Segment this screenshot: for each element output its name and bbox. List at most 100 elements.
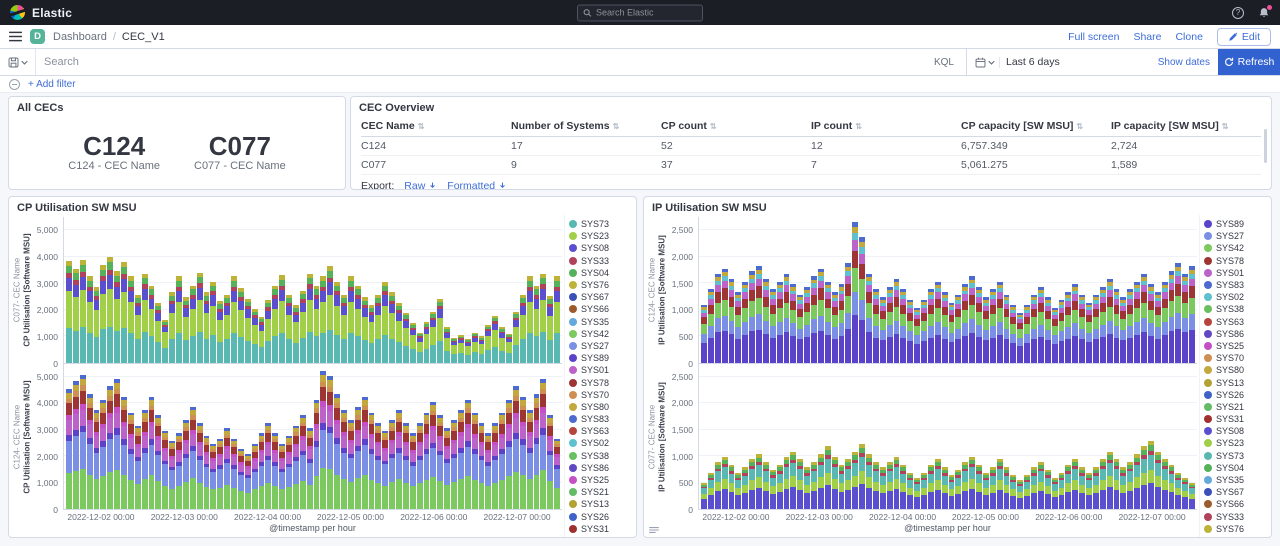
stacked-bar[interactable] [534, 286, 540, 363]
legend-item[interactable]: SYS27 [1204, 230, 1269, 242]
stacked-bar[interactable] [210, 282, 216, 363]
stacked-bar[interactable] [73, 269, 79, 363]
stacked-bar[interactable] [1038, 462, 1044, 509]
stacked-bar[interactable] [451, 338, 457, 363]
stacked-bar[interactable] [527, 410, 533, 509]
stacked-bar[interactable] [1141, 446, 1147, 509]
stacked-bar[interactable] [94, 287, 100, 363]
legend-item[interactable]: SYS80 [569, 401, 634, 413]
stacked-bar[interactable] [729, 465, 735, 509]
stacked-bar[interactable] [777, 465, 783, 509]
stacked-bar[interactable] [382, 431, 388, 509]
stacked-bar[interactable] [839, 465, 845, 509]
stacked-bar[interactable] [1045, 470, 1051, 509]
stacked-bar[interactable] [1031, 467, 1037, 509]
stacked-bar[interactable] [444, 327, 450, 362]
stacked-bar[interactable] [554, 276, 560, 362]
stacked-bar[interactable] [852, 452, 858, 509]
stacked-bar[interactable] [341, 410, 347, 509]
notifications-button[interactable] [1258, 7, 1270, 19]
stacked-bar[interactable] [252, 444, 258, 509]
stacked-bar[interactable] [1100, 287, 1106, 363]
table-column-header[interactable]: CP count⇅ [661, 117, 811, 137]
table-row[interactable]: C07793775,061.2751,589 [361, 156, 1261, 175]
stacked-bar[interactable] [272, 433, 278, 509]
stacked-bar[interactable] [245, 454, 251, 509]
stacked-bar[interactable] [155, 415, 161, 509]
stacked-bar[interactable] [1189, 483, 1195, 509]
stacked-bar[interactable] [369, 412, 375, 509]
stacked-bar[interactable] [520, 397, 526, 509]
legend-item[interactable]: SYS08 [569, 242, 634, 254]
plot-area[interactable] [63, 364, 562, 511]
stacked-bar[interactable] [866, 454, 872, 509]
legend-item[interactable]: SYS83 [569, 413, 634, 425]
stacked-bar[interactable] [955, 470, 961, 509]
stacked-bar[interactable] [362, 397, 368, 509]
stacked-bar[interactable] [252, 309, 258, 362]
legend-item[interactable]: SYS23 [569, 230, 634, 242]
stacked-bar[interactable] [94, 410, 100, 509]
stacked-bar[interactable] [217, 301, 223, 362]
global-search[interactable] [577, 4, 703, 21]
stacked-bar[interactable] [777, 282, 783, 363]
stacked-bar[interactable] [997, 282, 1003, 363]
stacked-bar[interactable] [1162, 459, 1168, 509]
stacked-bar[interactable] [1065, 292, 1071, 362]
stacked-bar[interactable] [320, 276, 326, 362]
stacked-bar[interactable] [1052, 478, 1058, 509]
stacked-bar[interactable] [907, 300, 913, 363]
stacked-bar[interactable] [955, 295, 961, 363]
stacked-bar[interactable] [976, 465, 982, 509]
stacked-bar[interactable] [1107, 279, 1113, 362]
stacked-bar[interactable] [708, 289, 714, 362]
stacked-bar[interactable] [1086, 303, 1092, 363]
stacked-bar[interactable] [832, 457, 838, 509]
stacked-bar[interactable] [80, 259, 86, 362]
stacked-bar[interactable] [749, 459, 755, 509]
stacked-bar[interactable] [272, 286, 278, 363]
stacked-bar[interactable] [169, 441, 175, 509]
stacked-bar[interactable] [784, 457, 790, 509]
stacked-bar[interactable] [259, 433, 265, 509]
stacked-bar[interactable] [1120, 297, 1126, 362]
stacked-bar[interactable] [770, 289, 776, 362]
stacked-bar[interactable] [1182, 478, 1188, 509]
stacked-bar[interactable] [997, 459, 1003, 509]
clone-link[interactable]: Clone [1175, 31, 1202, 43]
stacked-bar[interactable] [756, 454, 762, 509]
stacked-bar[interactable] [176, 433, 182, 509]
stacked-bar[interactable] [300, 291, 306, 363]
stacked-bar[interactable] [169, 292, 175, 362]
stacked-bar[interactable] [362, 297, 368, 362]
stacked-bar[interactable] [87, 276, 93, 362]
stacked-bar[interactable] [1148, 441, 1154, 509]
stacked-bar[interactable] [790, 284, 796, 362]
stacked-bar[interactable] [1052, 308, 1058, 363]
stacked-bar[interactable] [472, 412, 478, 509]
fullscreen-link[interactable]: Full screen [1068, 31, 1119, 43]
legend-item[interactable]: SYS04 [1204, 462, 1269, 474]
legend-item[interactable]: SYS21 [1204, 401, 1269, 413]
stacked-bar[interactable] [715, 462, 721, 509]
stacked-bar[interactable] [66, 261, 72, 363]
stacked-bar[interactable] [451, 420, 457, 509]
stacked-bar[interactable] [825, 446, 831, 509]
table-column-header[interactable]: IP count⇅ [811, 117, 961, 137]
legend-item[interactable]: SYS27 [569, 340, 634, 352]
stacked-bar[interactable] [334, 394, 340, 509]
table-column-header[interactable]: IP capacity [SW MSU]⇅ [1111, 117, 1261, 137]
legend-item[interactable]: SYS01 [569, 364, 634, 376]
stacked-bar[interactable] [900, 289, 906, 362]
legend-item[interactable]: SYS23 [1204, 437, 1269, 449]
stacked-bar[interactable] [224, 295, 230, 363]
stacked-bar[interactable] [873, 289, 879, 362]
stacked-bar[interactable] [162, 319, 168, 362]
stacked-bar[interactable] [928, 465, 934, 509]
stacked-bar[interactable] [921, 300, 927, 363]
stacked-bar[interactable] [935, 282, 941, 363]
stacked-bar[interactable] [1175, 472, 1181, 509]
legend-item[interactable]: SYS42 [1204, 242, 1269, 254]
edit-button[interactable]: Edit [1217, 28, 1271, 46]
filter-options-icon[interactable] [9, 79, 20, 90]
